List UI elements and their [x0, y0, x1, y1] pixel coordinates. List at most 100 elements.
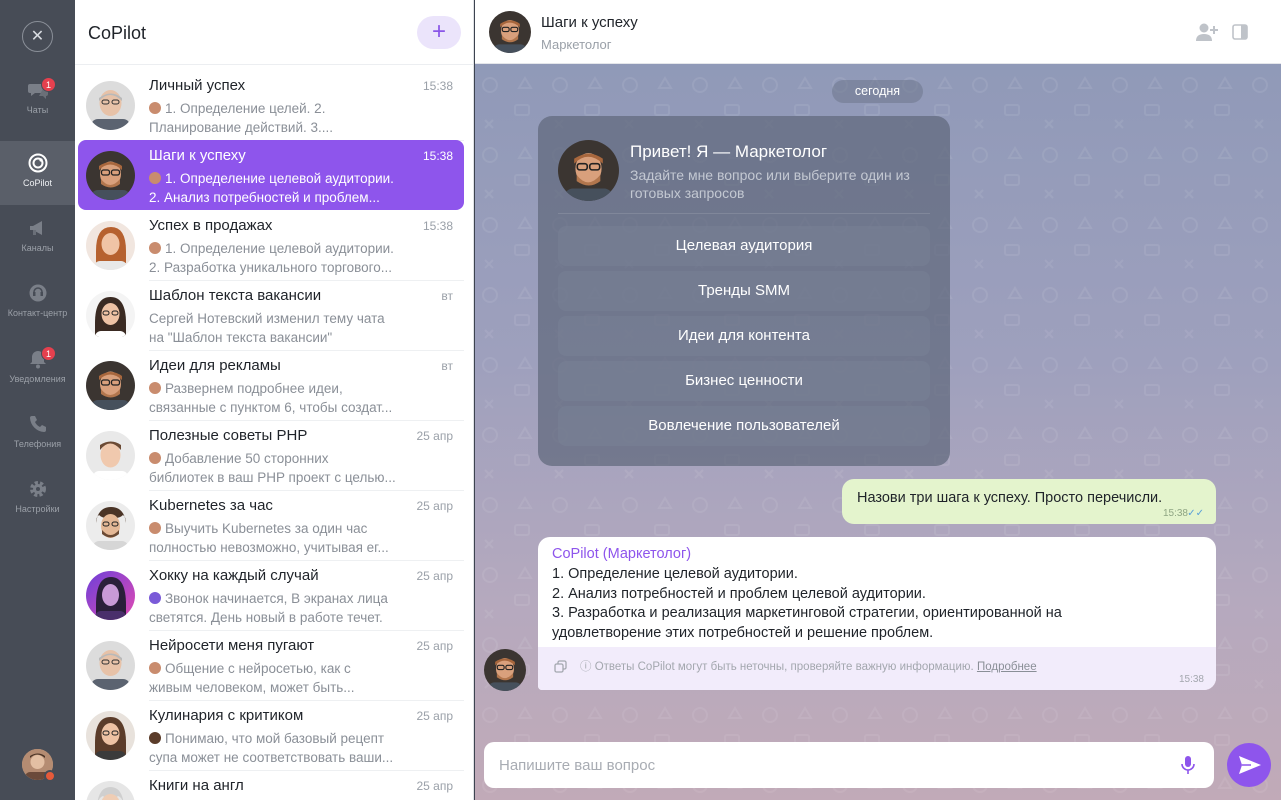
rail-label: Настройки [15, 504, 60, 514]
chat-item-steps-to-success[interactable]: Шаги к успеху 15:38 1. Определение целев… [78, 140, 464, 210]
chat-item-personal-success[interactable]: Личный успех 15:38 1. Определение целей.… [78, 70, 464, 141]
assistant-avatar [484, 649, 526, 691]
sender-avatar-icon [149, 242, 161, 254]
add-user-icon[interactable] [1196, 22, 1218, 42]
chat-preview: Звонок начинается, В экранах лица светятс… [149, 591, 388, 625]
welcome-subtitle: Задайте мне вопрос или выберите один из … [630, 167, 910, 201]
avatar [86, 781, 135, 800]
chat-name: Полезные советы PHP [149, 427, 308, 444]
gear-icon [30, 481, 46, 497]
chat-item-kubernetes[interactable]: Kubernetes за час 25 апр Выучить Kuberne… [78, 490, 464, 561]
welcome-title: Привет! Я — Маркетолог [630, 142, 828, 161]
microphone-icon[interactable] [1181, 756, 1195, 774]
incoming-message[interactable]: CoPilot (Маркетолог) 1. Определение целе… [538, 537, 1216, 690]
chat-item-ad-ideas[interactable]: Идеи для рекламы вт Развернем подробнее … [78, 350, 464, 421]
avatar [86, 711, 135, 760]
suggestion-content-ideas[interactable]: Идеи для контента [558, 316, 930, 356]
chat-preview: Выучить Kubernetes за один час полностью … [149, 521, 389, 555]
new-chat-button[interactable]: + [417, 16, 461, 49]
phone-icon [30, 416, 46, 432]
composer [484, 742, 1214, 788]
left-rail: ✕ 1 Чаты CoPilot Каналы Контакт-центр 1 … [0, 0, 75, 800]
sender-avatar-icon [149, 172, 161, 184]
chat-preview: Сергей Нотевский изменил тему чата на "Ша… [149, 311, 385, 345]
learn-more-link[interactable]: Подробнее [977, 661, 1037, 673]
rail-label: Телефония [13, 439, 62, 449]
chat-preview: Добавление 50 сторонних библиотек в ваш P… [149, 451, 396, 485]
chat-name: Книги на англ [149, 777, 244, 794]
chat-item-sales-success[interactable]: Успех в продажах 15:38 1. Определение це… [78, 210, 464, 281]
assistant-avatar [558, 140, 619, 201]
avatar [86, 501, 135, 550]
chat-list-header: CoPilot + [75, 0, 473, 65]
notifications-badge: 1 [41, 346, 56, 361]
chat-preview: Общение с нейросетью, как с живым человек… [149, 661, 355, 695]
chat-avatar[interactable] [489, 11, 531, 53]
chat-time: 15:38 [422, 219, 453, 233]
message-input[interactable] [484, 742, 1164, 788]
megaphone-icon [30, 221, 42, 235]
sender-avatar-icon [149, 732, 161, 744]
chat-item-haiku[interactable]: Хокку на каждый случай 25 апр Звонок нач… [78, 560, 464, 631]
copilot-icon [28, 153, 48, 173]
status-dot [44, 770, 56, 782]
message-text: Назови три шага к успеху. Просто перечис… [857, 490, 1163, 506]
rail-item-chats[interactable]: 1 Чаты [0, 68, 75, 132]
welcome-card: Привет! Я — Маркетолог Задайте мне вопро… [538, 116, 950, 466]
chat-item-vacancy-template[interactable]: Шаблон текста вакансии вт Сергей Нотевск… [78, 280, 464, 351]
panel-title: CoPilot [88, 23, 147, 43]
chat-name: Успех в продажах [149, 217, 273, 234]
rail-item-notifications[interactable]: 1 Уведомления [0, 337, 75, 401]
chat-name: Шаги к успеху [149, 147, 246, 164]
chat-name: Шаблон текста вакансии [149, 287, 322, 304]
outgoing-message[interactable]: Назови три шага к успеху. Просто перечис… [842, 479, 1216, 524]
send-button[interactable] [1227, 743, 1271, 787]
avatar [86, 641, 135, 690]
suggestion-business-values[interactable]: Бизнес ценности [558, 361, 930, 401]
message-footer: ⓘ Ответы CoPilot могут быть неточны, про… [538, 647, 1216, 690]
avatar [86, 81, 135, 130]
avatar [86, 151, 135, 200]
chat-time: 15:38 [422, 79, 453, 93]
chat-item-ai-fears[interactable]: Нейросети меня пугают 25 апр Общение с н… [78, 630, 464, 701]
close-icon[interactable]: ✕ [22, 21, 53, 52]
suggestion-smm-trends[interactable]: Тренды SMM [558, 271, 930, 311]
sender-avatar-icon [149, 592, 161, 604]
sender-avatar-icon [149, 522, 161, 534]
avatar [86, 431, 135, 480]
contact-center-icon [29, 284, 47, 302]
chat-time: вт [441, 289, 453, 303]
chat-preview: 1. Определение целей. 2. Планирование дей… [149, 101, 334, 135]
chat-name: Кулинария с критиком [149, 707, 304, 724]
chat-item-php-tips[interactable]: Полезные советы PHP 25 апр Добавление 50… [78, 420, 464, 491]
chat-title: Шаги к успеху [541, 14, 638, 31]
chat-time: 25 апр [416, 779, 453, 793]
chat-time: вт [441, 359, 453, 373]
suggestion-target-audience[interactable]: Целевая аудитория [558, 226, 930, 266]
sender-avatar-icon [149, 382, 161, 394]
chat-time: 15:38 [422, 149, 453, 163]
chat-item-english-books[interactable]: Книги на англ 25 апр [78, 770, 464, 800]
chat-time: 25 апр [416, 429, 453, 443]
rail-label: Каналы [21, 243, 54, 253]
message-time: 15:38 [1178, 674, 1204, 685]
copy-icon[interactable] [554, 660, 567, 673]
rail-item-settings[interactable]: Настройки [0, 467, 75, 531]
message-body: 1. Определение целевой аудитории. 2. Ана… [552, 566, 1062, 641]
chat-preview: 1. Определение целевой аудитории. 2. Разр… [149, 241, 394, 275]
rail-item-contact-center[interactable]: Контакт-центр [0, 271, 75, 335]
chat-preview: 1. Определение целевой аудитории. 2. Анал… [149, 171, 394, 205]
chat-window: Шаги к успеху Маркетолог сегодня Привет!… [475, 0, 1281, 800]
chat-subtitle: Маркетолог [541, 37, 612, 52]
rail-label: Уведомления [9, 374, 66, 384]
sidebar-toggle-icon[interactable] [1232, 24, 1248, 40]
chats-badge: 1 [41, 77, 56, 92]
chat-item-cooking-critic[interactable]: Кулинария с критиком 25 апр Понимаю, что… [78, 700, 464, 771]
rail-item-copilot[interactable]: CoPilot [0, 141, 75, 205]
message-author: CoPilot (Маркетолог) [552, 546, 692, 562]
chat-time: 25 апр [416, 569, 453, 583]
rail-item-channels[interactable]: Каналы [0, 206, 75, 270]
chat-preview: Развернем подробнее идеи, связанные с пун… [149, 381, 393, 415]
suggestion-user-engagement[interactable]: Вовлечение пользователей [558, 406, 930, 446]
rail-item-telephony[interactable]: Телефония [0, 402, 75, 466]
